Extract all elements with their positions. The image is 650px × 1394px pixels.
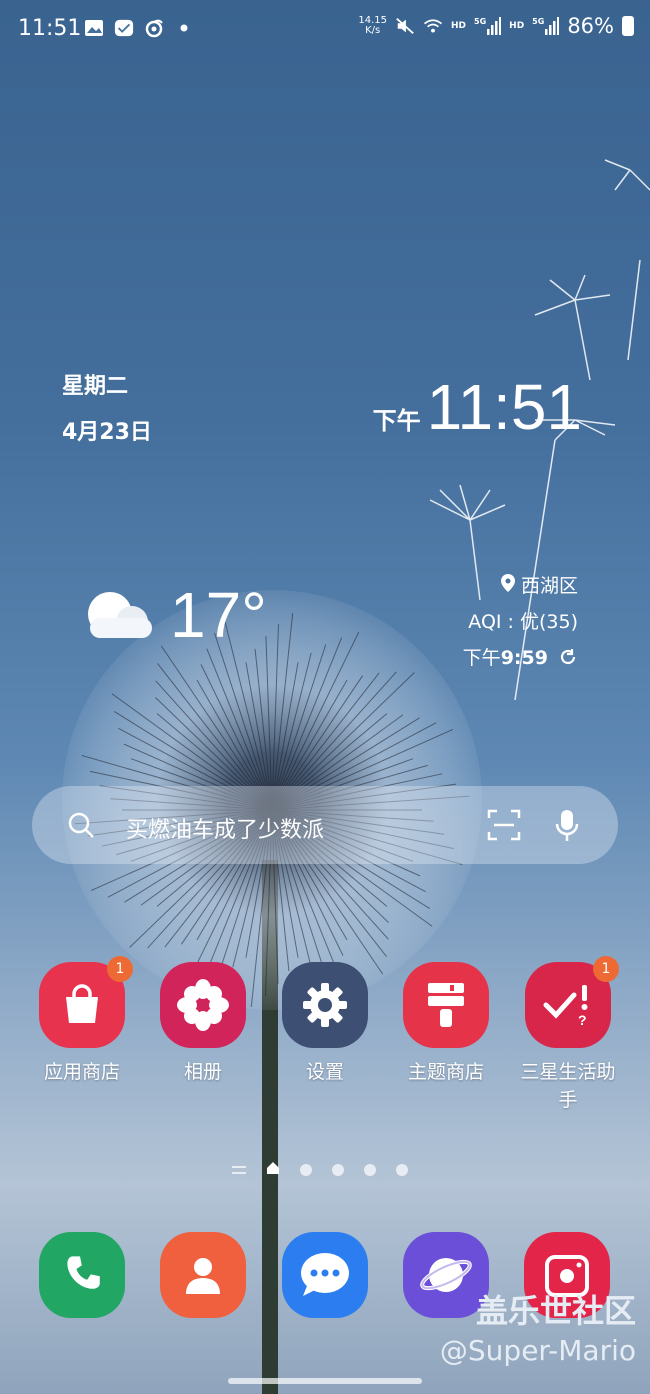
date-widget[interactable]: 星期二 4月23日 bbox=[62, 368, 152, 446]
gallery-app[interactable]: 相册 bbox=[148, 962, 258, 1086]
refresh-icon[interactable] bbox=[554, 647, 578, 669]
page-indicator[interactable] bbox=[232, 1160, 408, 1179]
app-label: 设置 bbox=[305, 1061, 344, 1083]
weekday: 星期二 bbox=[62, 374, 129, 399]
hd-label: HD bbox=[451, 21, 467, 31]
page-dot[interactable] bbox=[332, 1163, 344, 1176]
contacts-icon[interactable] bbox=[160, 1232, 246, 1318]
signal-icon-sim1: 5G bbox=[474, 17, 502, 35]
app-store-app[interactable]: 1 应用商店 bbox=[27, 956, 137, 1086]
date: 4月23日 bbox=[62, 420, 152, 445]
weather-updated: 下午9:59 bbox=[463, 640, 578, 676]
notification-badge: 1 bbox=[593, 956, 619, 982]
page-dot[interactable] bbox=[364, 1163, 376, 1176]
net-speed: 14.15 K/s bbox=[358, 15, 387, 36]
battery-percent: 86% bbox=[567, 14, 614, 38]
gallery-icon bbox=[84, 18, 104, 38]
cloud-icon[interactable] bbox=[80, 588, 160, 648]
search-icon[interactable] bbox=[66, 810, 96, 844]
status-bar: 11:51 14.15 K/s HD 5G HD 5G 86% bbox=[0, 0, 650, 58]
aqi-value: AQI : 优(35) bbox=[468, 611, 578, 633]
paintbrush-icon[interactable] bbox=[403, 962, 489, 1048]
weather-location: 西湖区 bbox=[463, 568, 578, 604]
check-app-icon bbox=[114, 18, 134, 38]
shopping-bag-icon[interactable]: 1 bbox=[39, 956, 133, 1048]
wallpaper-dandelion bbox=[62, 159, 650, 1394]
clock-time: 11:51 bbox=[426, 371, 582, 443]
clock-ampm: 下午 bbox=[372, 407, 421, 435]
samsung-life-assistant-app[interactable]: ? 1 三星生活助手 bbox=[513, 956, 623, 1114]
checklist-icon[interactable]: ? 1 bbox=[525, 956, 619, 1048]
watermark: 盖乐世社区 @Super-Mario bbox=[440, 1286, 636, 1367]
watermark-handle: @Super-Mario bbox=[439, 1334, 636, 1367]
settings-app[interactable]: 设置 bbox=[270, 962, 380, 1086]
scan-icon[interactable] bbox=[486, 808, 522, 846]
app-label: 应用商店 bbox=[43, 1061, 120, 1083]
flower-icon[interactable] bbox=[160, 962, 246, 1048]
battery-icon bbox=[622, 16, 634, 36]
search-input[interactable]: 买燃油车成了少数派 bbox=[126, 812, 324, 844]
weather-details[interactable]: 西湖区 AQI : 优(35) 下午9:59 bbox=[463, 568, 578, 676]
gear-icon[interactable] bbox=[282, 962, 368, 1048]
search-bar[interactable]: 买燃油车成了少数派 bbox=[32, 786, 618, 864]
swirl-icon bbox=[144, 18, 164, 38]
app-label: 主题商店 bbox=[407, 1061, 484, 1083]
clock-widget[interactable]: 下午 11:51 bbox=[373, 370, 582, 444]
home-indicator-icon[interactable] bbox=[266, 1160, 280, 1179]
location-pin-icon bbox=[500, 574, 521, 597]
app-label: 相册 bbox=[183, 1061, 222, 1083]
status-time: 11:51 bbox=[18, 16, 82, 41]
theme-store-app[interactable]: 主题商店 bbox=[391, 962, 501, 1086]
watermark-title: 盖乐世社区 bbox=[475, 1292, 636, 1330]
phone-icon[interactable] bbox=[39, 1232, 125, 1318]
svg-text:?: ? bbox=[578, 1012, 587, 1028]
hd-label-2: HD bbox=[509, 21, 525, 31]
temperature[interactable]: 17° bbox=[170, 578, 267, 652]
dot-icon bbox=[174, 18, 194, 38]
page-indicator-list-icon[interactable] bbox=[232, 1165, 246, 1174]
wifi-icon bbox=[423, 16, 443, 36]
microphone-icon[interactable] bbox=[554, 808, 580, 848]
gesture-nav-handle[interactable] bbox=[228, 1378, 422, 1384]
app-label: 三星生活助手 bbox=[520, 1061, 616, 1111]
signal-icon-sim2: 5G bbox=[532, 17, 560, 35]
page-dot[interactable] bbox=[300, 1163, 312, 1176]
page-dot[interactable] bbox=[396, 1163, 408, 1176]
mute-icon bbox=[395, 16, 415, 36]
notification-badge: 1 bbox=[107, 956, 133, 982]
messages-icon[interactable] bbox=[282, 1232, 368, 1318]
